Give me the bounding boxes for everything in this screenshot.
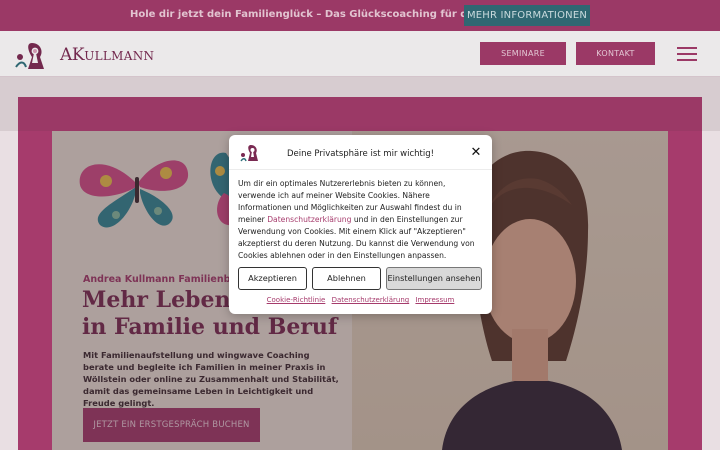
- dialog-footer-links: Cookie-Richtlinie Datenschutzerklärung I…: [229, 296, 492, 304]
- promo-banner: Hole dir jetzt dein Familienglück – Das …: [0, 0, 720, 31]
- privacy-policy-inline-link[interactable]: Datenschutzerklärung: [267, 215, 351, 224]
- divider: [229, 169, 492, 170]
- book-consultation-button[interactable]: JETZT EIN ERSTGESPRÄCH BUCHEN: [83, 408, 260, 442]
- dialog-title: Deine Privatsphäre ist mir wichtig!: [286, 149, 435, 159]
- nav-seminare-button[interactable]: SEMINARE: [480, 42, 566, 65]
- more-info-button[interactable]: MEHR INFORMATIONEN: [464, 5, 590, 26]
- site-logo[interactable]: AKULLMANN: [12, 39, 154, 71]
- decline-cookies-button[interactable]: Ablehnen: [312, 267, 381, 290]
- cookie-settings-button[interactable]: Einstellungen ansehen: [386, 267, 482, 290]
- accept-cookies-button[interactable]: Akzeptieren: [238, 267, 307, 290]
- close-icon[interactable]: ✕: [470, 146, 482, 159]
- privacy-policy-link[interactable]: Datenschutzerklärung: [332, 296, 410, 304]
- dialog-body-text: Um dir ein optimales Nutzererlebnis biet…: [238, 179, 475, 260]
- imprint-link[interactable]: Impressum: [415, 296, 454, 304]
- hero-intro-text: Mit Familienaufstellung und wingwave Coa…: [83, 350, 339, 408]
- keyhole-family-logo-icon: [15, 43, 44, 69]
- cookie-consent-dialog: Deine Privatsphäre ist mir wichtig! ✕ Um…: [229, 135, 492, 314]
- logo-wordmark: AKULLMANN: [60, 45, 155, 65]
- nav-kontakt-button[interactable]: KONTAKT: [576, 42, 655, 65]
- cookie-policy-link[interactable]: Cookie-Richtlinie: [267, 296, 326, 304]
- site-header: AKULLMANN SEMINARE KONTAKT: [0, 31, 720, 77]
- hamburger-menu-icon[interactable]: [677, 47, 697, 61]
- butterfly-left-icon: [79, 160, 189, 228]
